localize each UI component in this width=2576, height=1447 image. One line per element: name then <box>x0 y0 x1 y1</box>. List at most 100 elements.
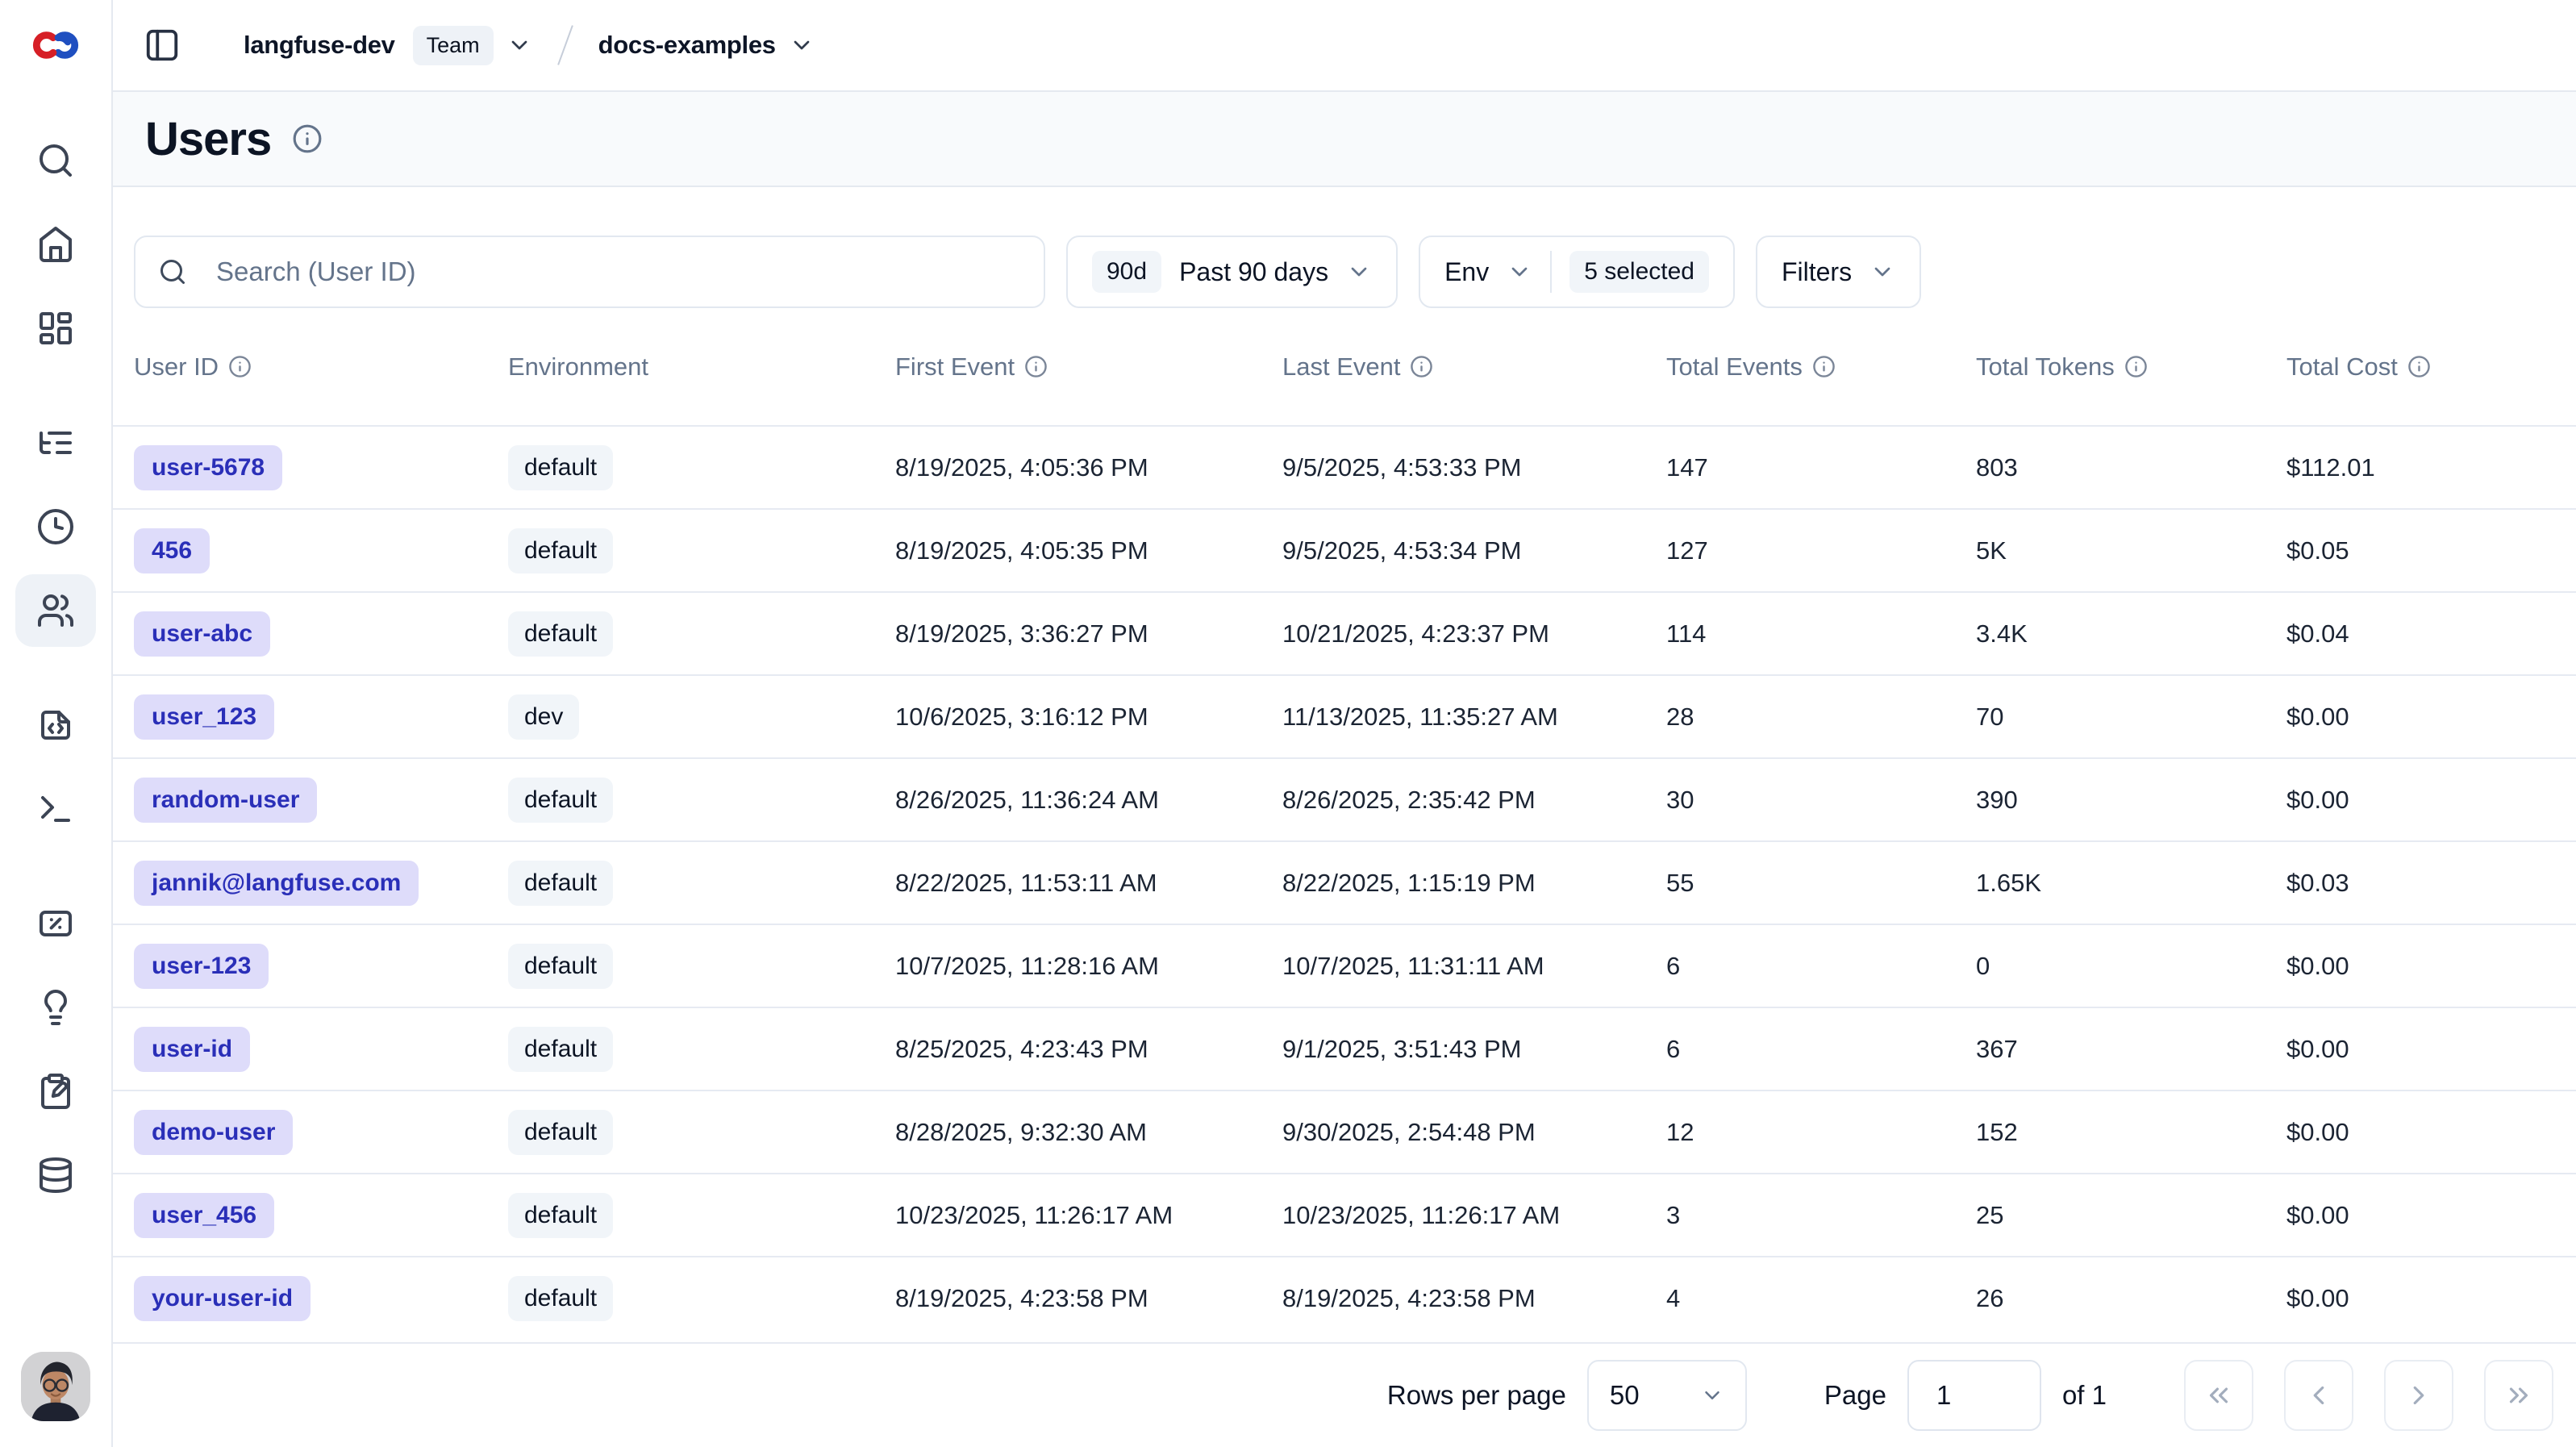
total-events-cell: 28 <box>1645 675 1955 758</box>
page-header: Users <box>113 90 2576 187</box>
org-selector[interactable]: langfuse-dev Team <box>244 26 532 65</box>
column-header-user-id[interactable]: User ID <box>113 308 487 426</box>
table-row[interactable]: user-123 default 10/7/2025, 11:28:16 AM … <box>113 924 2576 1007</box>
table-row[interactable]: random-user default 8/26/2025, 11:36:24 … <box>113 758 2576 841</box>
total-tokens-cell: 26 <box>1955 1257 2265 1340</box>
table-row[interactable]: demo-user default 8/28/2025, 9:32:30 AM … <box>113 1090 2576 1174</box>
page-number-input[interactable] <box>1907 1360 2041 1431</box>
user-id-badge[interactable]: user_123 <box>134 694 274 740</box>
table-row[interactable]: 456 default 8/19/2025, 4:05:35 PM 9/5/20… <box>113 509 2576 592</box>
user-id-cell: user_456 <box>113 1174 487 1257</box>
chevron-left-icon <box>2303 1380 2334 1411</box>
environment-cell: default <box>487 426 874 509</box>
user-id-badge[interactable]: 456 <box>134 528 210 573</box>
sidebar-item-playground[interactable] <box>15 773 96 845</box>
user-id-badge[interactable]: user-id <box>134 1027 250 1072</box>
total-cost-cell: $0.00 <box>2265 675 2576 758</box>
total-events-cell: 55 <box>1645 841 1955 924</box>
user-id-badge[interactable]: demo-user <box>134 1110 293 1155</box>
sidebar-item-dashboards[interactable] <box>15 292 96 365</box>
table-row[interactable]: user-abc default 8/19/2025, 3:36:27 PM 1… <box>113 592 2576 675</box>
sidebar-item-search[interactable] <box>15 124 96 197</box>
avatar-photo <box>21 1352 90 1421</box>
user-avatar[interactable] <box>21 1352 90 1421</box>
search-box <box>134 236 1045 308</box>
filters-label: Filters <box>1782 257 1852 287</box>
user-id-badge[interactable]: user-5678 <box>134 445 282 490</box>
user-id-cell: user-123 <box>113 924 487 1007</box>
database-icon <box>36 1156 75 1195</box>
environment-cell: default <box>487 758 874 841</box>
user-id-badge[interactable]: random-user <box>134 778 317 823</box>
sidebar-item-datasets[interactable] <box>15 1139 96 1211</box>
environment-badge: default <box>508 1193 613 1238</box>
last-event-cell: 10/23/2025, 11:26:17 AM <box>1261 1174 1645 1257</box>
sidebar-item-prompts[interactable] <box>15 689 96 761</box>
sidebar-item-home[interactable] <box>15 208 96 281</box>
first-event-cell: 10/7/2025, 11:28:16 AM <box>874 924 1261 1007</box>
panel-left-icon <box>144 27 181 64</box>
column-header-total-tokens[interactable]: Total Tokens <box>1955 308 2265 426</box>
sidebar-toggle-button[interactable] <box>144 27 181 64</box>
user-id-badge[interactable]: user_456 <box>134 1193 274 1238</box>
clipboard-pen-icon <box>36 1072 75 1111</box>
table-row[interactable]: user_456 default 10/23/2025, 11:26:17 AM… <box>113 1174 2576 1257</box>
chevron-down-icon <box>1700 1383 1724 1407</box>
user-id-badge[interactable]: jannik@langfuse.com <box>134 861 419 906</box>
sidebar-item-sessions[interactable] <box>15 490 96 563</box>
total-tokens-cell: 0 <box>1955 924 2265 1007</box>
rows-per-page-select[interactable]: 50 <box>1587 1360 1747 1431</box>
sidebar-nav <box>0 90 111 1223</box>
filters-button[interactable]: Filters <box>1756 236 1921 308</box>
column-header-last-event[interactable]: Last Event <box>1261 308 1645 426</box>
user-id-badge[interactable]: your-user-id <box>134 1276 311 1321</box>
sidebar-item-insights[interactable] <box>15 971 96 1044</box>
sidebar-item-scores[interactable] <box>15 887 96 960</box>
last-event-cell: 9/30/2025, 2:54:48 PM <box>1261 1090 1645 1174</box>
column-header-first-event[interactable]: First Event <box>874 308 1261 426</box>
environment-filter-button[interactable]: Env 5 selected <box>1419 236 1735 308</box>
table-row[interactable]: your-user-id default 8/19/2025, 4:23:58 … <box>113 1257 2576 1340</box>
sidebar-item-tracing[interactable] <box>15 407 96 479</box>
next-page-button[interactable] <box>2384 1360 2453 1431</box>
total-tokens-cell: 1.65K <box>1955 841 2265 924</box>
last-page-button[interactable] <box>2484 1360 2553 1431</box>
first-event-cell: 8/19/2025, 4:05:36 PM <box>874 426 1261 509</box>
total-tokens-cell: 25 <box>1955 1174 2265 1257</box>
user-id-badge[interactable]: user-abc <box>134 611 270 657</box>
environment-cell: default <box>487 1174 874 1257</box>
date-range-button[interactable]: 90d Past 90 days <box>1066 236 1398 308</box>
first-page-button[interactable] <box>2184 1360 2253 1431</box>
table-row[interactable]: jannik@langfuse.com default 8/22/2025, 1… <box>113 841 2576 924</box>
last-event-cell: 9/5/2025, 4:53:33 PM <box>1261 426 1645 509</box>
dashboard-grid-icon <box>36 309 75 348</box>
total-cost-cell: $0.04 <box>2265 592 2576 675</box>
sidebar-item-users[interactable] <box>15 574 96 647</box>
total-cost-cell: $0.05 <box>2265 509 2576 592</box>
total-tokens-cell: 152 <box>1955 1090 2265 1174</box>
column-header-total-cost[interactable]: Total Cost <box>2265 308 2576 426</box>
table-row[interactable]: user-id default 8/25/2025, 4:23:43 PM 9/… <box>113 1007 2576 1090</box>
user-id-cell: user-5678 <box>113 426 487 509</box>
total-events-cell: 6 <box>1645 924 1955 1007</box>
last-event-cell: 8/26/2025, 2:35:42 PM <box>1261 758 1645 841</box>
total-cost-cell: $0.00 <box>2265 1257 2576 1340</box>
first-event-cell: 8/19/2025, 4:23:58 PM <box>874 1257 1261 1340</box>
table-row[interactable]: user_123 dev 10/6/2025, 3:16:12 PM 11/13… <box>113 675 2576 758</box>
project-selector[interactable]: docs-examples <box>598 31 815 60</box>
column-header-total-events[interactable]: Total Events <box>1645 308 1955 426</box>
sidebar-item-annotation-queues[interactable] <box>15 1055 96 1128</box>
environment-cell: default <box>487 924 874 1007</box>
environment-badge: default <box>508 778 613 823</box>
user-id-cell: user_123 <box>113 675 487 758</box>
search-input[interactable] <box>216 256 1021 287</box>
org-type-badge: Team <box>413 26 494 65</box>
total-cost-cell: $0.00 <box>2265 1090 2576 1174</box>
rows-per-page-label: Rows per page <box>1387 1380 1566 1411</box>
user-id-badge[interactable]: user-123 <box>134 944 269 989</box>
environment-badge: default <box>508 1276 613 1321</box>
table-row[interactable]: user-5678 default 8/19/2025, 4:05:36 PM … <box>113 426 2576 509</box>
column-header-environment[interactable]: Environment <box>487 308 874 426</box>
previous-page-button[interactable] <box>2284 1360 2353 1431</box>
clock-icon <box>36 507 75 546</box>
